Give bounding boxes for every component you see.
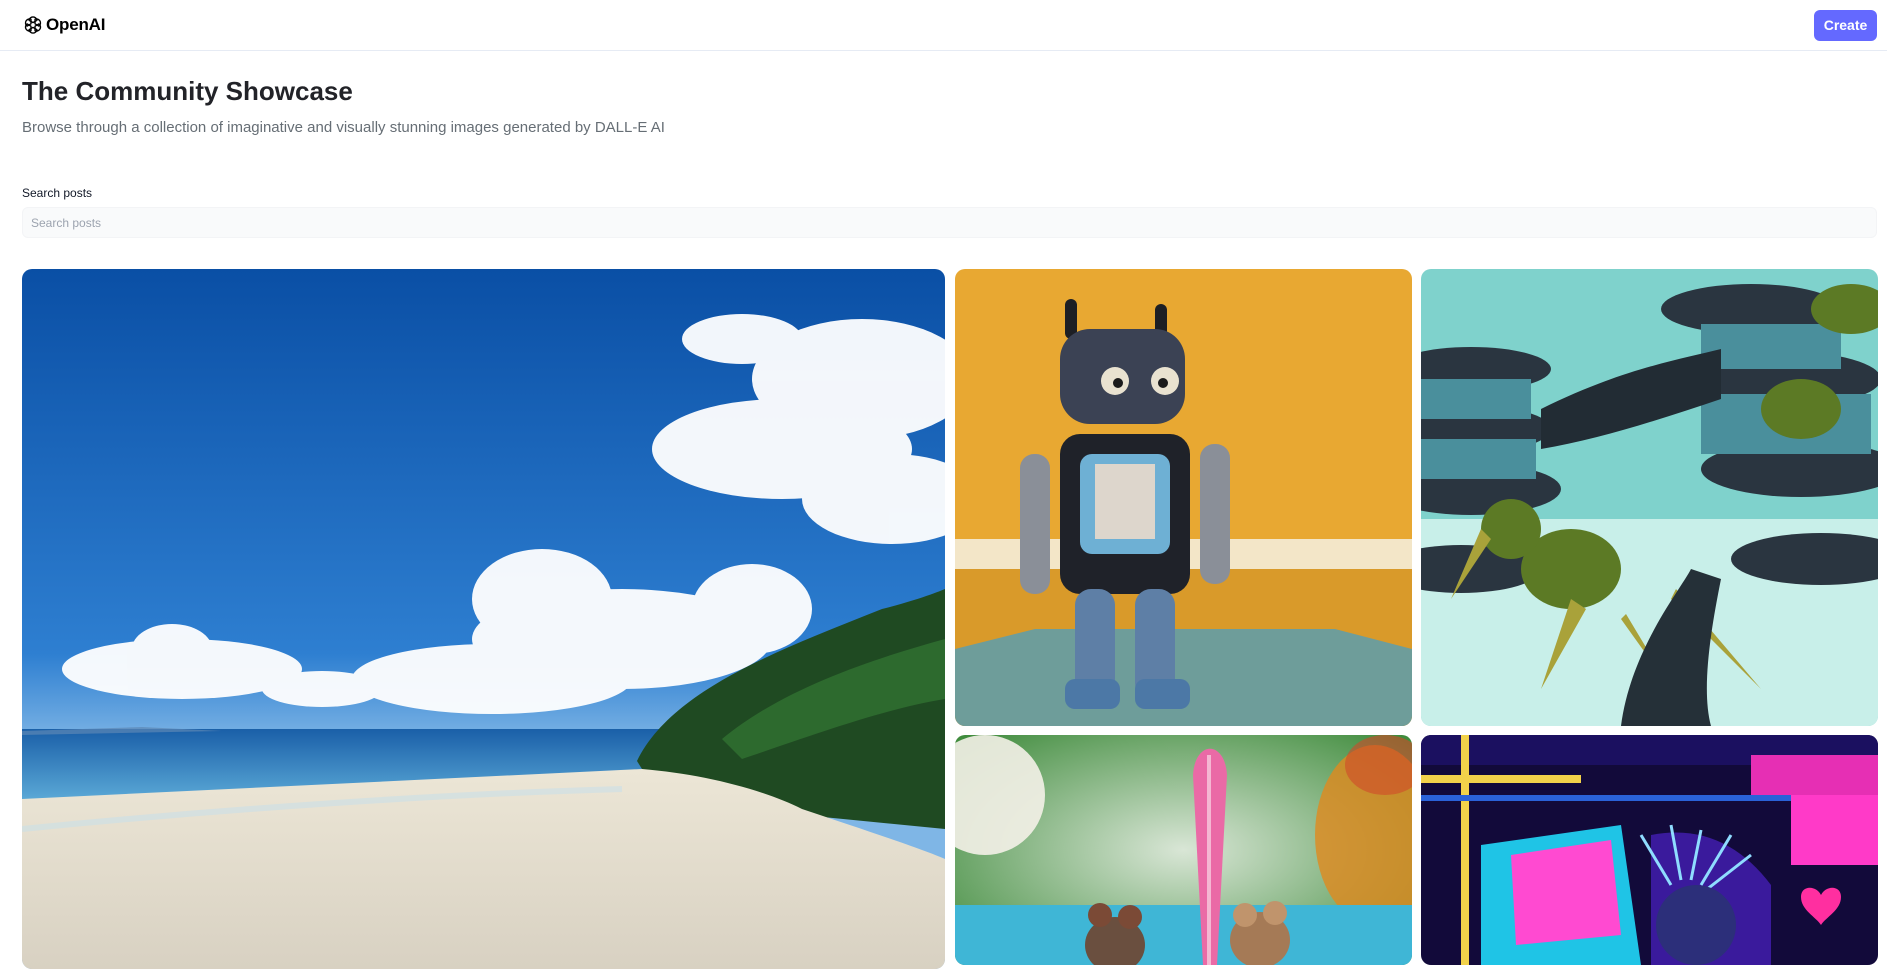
top-navbar: OpenAI Create	[0, 0, 1887, 51]
search-input[interactable]	[22, 207, 1877, 238]
neon-synthwave-image-card[interactable]	[1421, 735, 1878, 965]
page-subtitle: Browse through a collection of imaginati…	[22, 119, 665, 136]
neon-synthwave-image	[1421, 735, 1878, 965]
futuristic-greenery-city-image-card[interactable]	[1421, 269, 1878, 726]
beach-image	[22, 269, 945, 969]
felt-robot-image	[955, 269, 1412, 726]
koalas-surfboard-image	[955, 735, 1412, 965]
openai-logo[interactable]: OpenAI	[22, 14, 105, 36]
beach-image-card[interactable]	[22, 269, 945, 969]
page-title: The Community Showcase	[22, 76, 353, 106]
logo-text: OpenAI	[46, 15, 106, 34]
felt-robot-image-card[interactable]	[955, 269, 1412, 726]
futuristic-greenery-city-image	[1421, 269, 1878, 726]
koalas-surfboard-image-card[interactable]	[955, 735, 1412, 965]
search-label: Search posts	[22, 186, 93, 200]
openai-logo-icon	[24, 16, 42, 34]
create-button[interactable]: Create	[1814, 9, 1877, 41]
